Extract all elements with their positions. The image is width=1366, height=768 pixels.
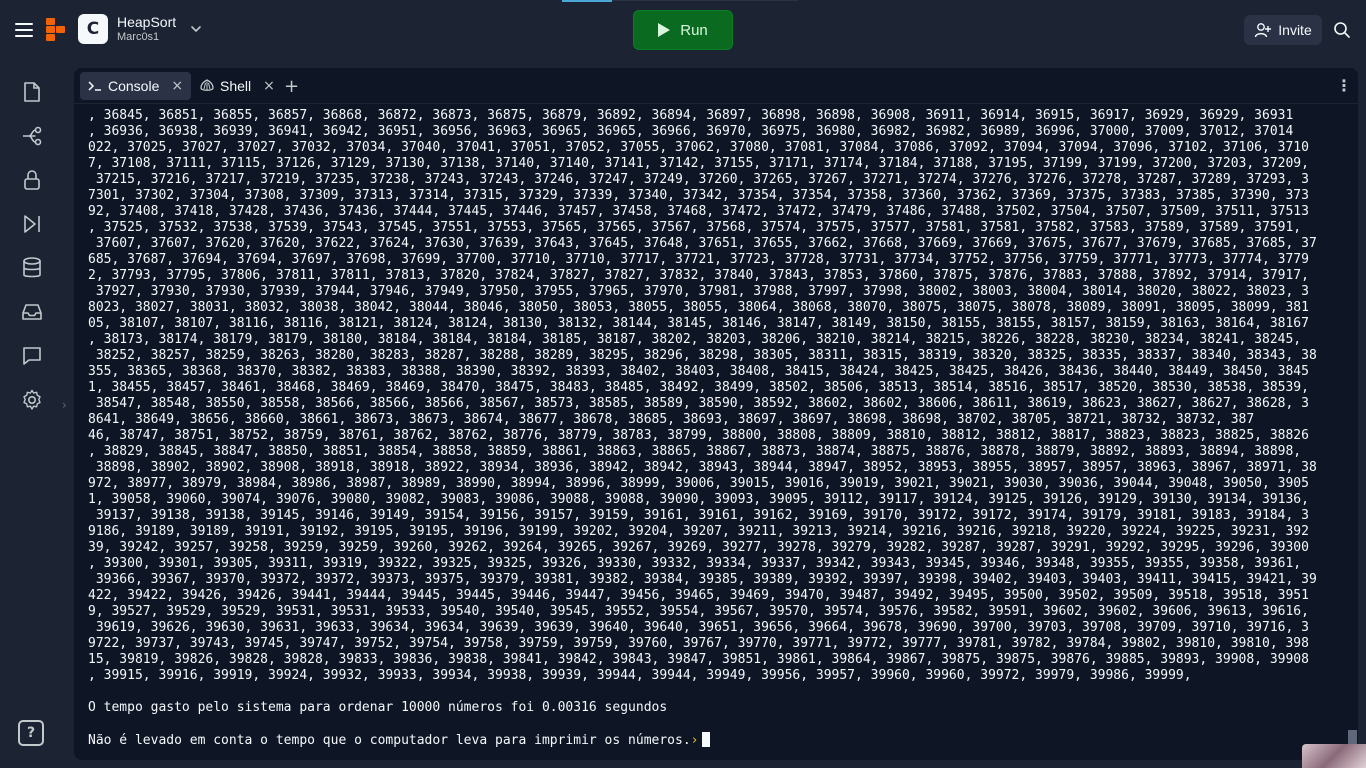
console-line: , 36936, 36938, 36939, 36941, 36942, 369…: [88, 124, 1294, 139]
console-panel: Console × Shell × + ⋮ , 36845, 36851, 36…: [74, 68, 1358, 760]
scrollbar-thumb[interactable]: [1348, 730, 1357, 744]
tab-shell-label: Shell: [220, 78, 252, 94]
menu-button[interactable]: [12, 18, 36, 42]
console-icon: [88, 81, 101, 91]
console-line: 685, 37687, 37694, 37694, 37697, 37698, …: [88, 252, 1309, 267]
console-line: 022, 37025, 37027, 37027, 37032, 37034, …: [88, 140, 1309, 155]
console-line: , 39915, 39916, 39919, 39924, 39932, 399…: [88, 668, 1192, 683]
console-line: 9186, 39189, 39189, 39191, 39192, 39195,…: [88, 524, 1309, 539]
console-line: 355, 38365, 38368, 38370, 38382, 38383, …: [88, 364, 1309, 379]
run-button-label: Run: [680, 21, 708, 39]
video-thumbnail: [1302, 744, 1366, 768]
console-line: 39619, 39626, 39630, 39631, 39633, 39634…: [88, 620, 1309, 635]
console-prompt-line: Não é levado em conta o tempo que o comp…: [88, 732, 1344, 748]
console-line: 1, 38455, 38457, 38461, 38468, 38469, 38…: [88, 380, 1309, 395]
repl-owner[interactable]: Marc0s1: [117, 31, 159, 43]
console-line: , 38173, 38174, 38179, 38179, 38180, 381…: [88, 332, 1302, 347]
console-line: 1, 39058, 39060, 39074, 39076, 39080, 39…: [88, 492, 1309, 507]
console-scrollbar[interactable]: [1347, 108, 1357, 760]
console-line: 7, 37108, 37111, 37115, 37126, 37129, 37…: [88, 156, 1309, 171]
close-icon[interactable]: ×: [263, 78, 275, 94]
console-line: , 36845, 36851, 36855, 36857, 36868, 368…: [88, 108, 1294, 123]
help-button[interactable]: ?: [18, 720, 44, 746]
chevron-down-icon[interactable]: [189, 22, 203, 36]
invite-button-label: Invite: [1278, 22, 1312, 38]
console-line: 39137, 39138, 39138, 39145, 39146, 39149…: [88, 508, 1309, 523]
collapse-handle-icon[interactable]: ›: [62, 398, 72, 428]
database-icon[interactable]: [20, 256, 44, 280]
invite-button[interactable]: Invite: [1244, 15, 1322, 45]
console-cursor[interactable]: [702, 732, 711, 747]
settings-icon[interactable]: [20, 388, 44, 412]
more-options-icon[interactable]: ⋮: [1336, 76, 1352, 96]
console-line: 422, 39422, 39426, 39426, 39441, 39444, …: [88, 588, 1309, 603]
inbox-icon[interactable]: [20, 300, 44, 324]
console-line: 38252, 38257, 38259, 38263, 38280, 38283…: [88, 348, 1317, 363]
repl-name[interactable]: HeapSort: [117, 14, 176, 30]
hamburger-icon: [15, 23, 33, 25]
console-line: 39366, 39367, 39370, 39372, 39372, 39373…: [88, 572, 1317, 587]
console-note-message: Não é levado em conta o tempo que o comp…: [88, 733, 691, 748]
files-icon[interactable]: [20, 80, 44, 104]
console-time-message: O tempo gasto pelo sistema para ordenar …: [88, 700, 668, 715]
hamburger-icon-bar: [15, 29, 33, 31]
tool-rail: ?: [8, 68, 56, 760]
chat-icon[interactable]: [20, 344, 44, 368]
repl-language-icon[interactable]: C: [78, 14, 108, 44]
replit-logo-icon[interactable]: [46, 18, 68, 42]
console-line: 39, 39242, 39257, 39258, 39259, 39259, 3…: [88, 540, 1309, 555]
console-line: 9, 39527, 39529, 39529, 39531, 39531, 39…: [88, 604, 1309, 619]
console-output[interactable]: , 36845, 36851, 36855, 36857, 36868, 368…: [88, 108, 1344, 760]
console-line: 15, 39819, 39826, 39828, 39828, 39833, 3…: [88, 652, 1309, 667]
console-number-lines: , 36845, 36851, 36855, 36857, 36868, 368…: [88, 108, 1344, 684]
lock-icon[interactable]: [20, 168, 44, 192]
console-line: , 38829, 38845, 38847, 38850, 38851, 388…: [88, 444, 1302, 459]
console-line: , 39300, 39301, 39305, 39311, 39319, 393…: [88, 556, 1302, 571]
debugger-icon[interactable]: [20, 212, 44, 236]
console-line: 8023, 38027, 38031, 38032, 38038, 38042,…: [88, 300, 1309, 315]
console-line: 46, 38747, 38751, 38752, 38759, 38761, 3…: [88, 428, 1309, 443]
top-bar: C HeapSort Marc0s1 Run Invite: [0, 0, 1366, 60]
console-line: 2, 37793, 37795, 37806, 37811, 37811, 37…: [88, 268, 1309, 283]
loading-track: [612, 0, 798, 1]
console-line: 92, 37408, 37418, 37428, 37436, 37436, 3…: [88, 204, 1309, 219]
shell-icon: [200, 79, 214, 91]
tab-bar: Console × Shell × + ⋮: [74, 68, 1358, 104]
tab-console-label: Console: [108, 78, 160, 94]
close-icon[interactable]: ×: [171, 78, 183, 94]
console-line: 9722, 39737, 39743, 39745, 39747, 39752,…: [88, 636, 1309, 651]
git-icon[interactable]: [20, 124, 44, 148]
loading-indicator: [562, 0, 612, 2]
console-line: 37607, 37607, 37620, 37620, 37622, 37624…: [88, 236, 1317, 251]
tab-console[interactable]: Console ×: [80, 72, 192, 100]
console-line: 37927, 37930, 37930, 37939, 37944, 37946…: [88, 284, 1309, 299]
tab-shell[interactable]: Shell ×: [192, 72, 283, 100]
add-user-icon: [1255, 23, 1272, 38]
repl-icon-letter: C: [86, 19, 100, 39]
console-line: 37215, 37216, 37217, 37219, 37235, 37238…: [88, 172, 1309, 187]
console-line: , 37525, 37532, 37538, 37539, 37543, 375…: [88, 220, 1302, 235]
play-icon: [658, 23, 671, 37]
console-line: 38547, 38548, 38550, 38558, 38566, 38566…: [88, 396, 1309, 411]
console-line: 972, 38977, 38979, 38984, 38986, 38987, …: [88, 476, 1309, 491]
search-icon[interactable]: [1332, 20, 1352, 40]
console-line: 05, 38107, 38107, 38116, 38116, 38121, 3…: [88, 316, 1309, 331]
console-line: 8641, 38649, 38656, 38660, 38661, 38673,…: [88, 412, 1255, 427]
run-button[interactable]: Run: [633, 10, 733, 50]
add-tab-icon[interactable]: +: [284, 76, 299, 97]
prompt-arrow-icon: ›: [690, 733, 699, 748]
console-line: 7301, 37302, 37304, 37308, 37309, 37313,…: [88, 188, 1309, 203]
console-line: 38898, 38902, 38902, 38908, 38918, 38918…: [88, 460, 1317, 475]
hamburger-icon-bar: [15, 35, 33, 37]
